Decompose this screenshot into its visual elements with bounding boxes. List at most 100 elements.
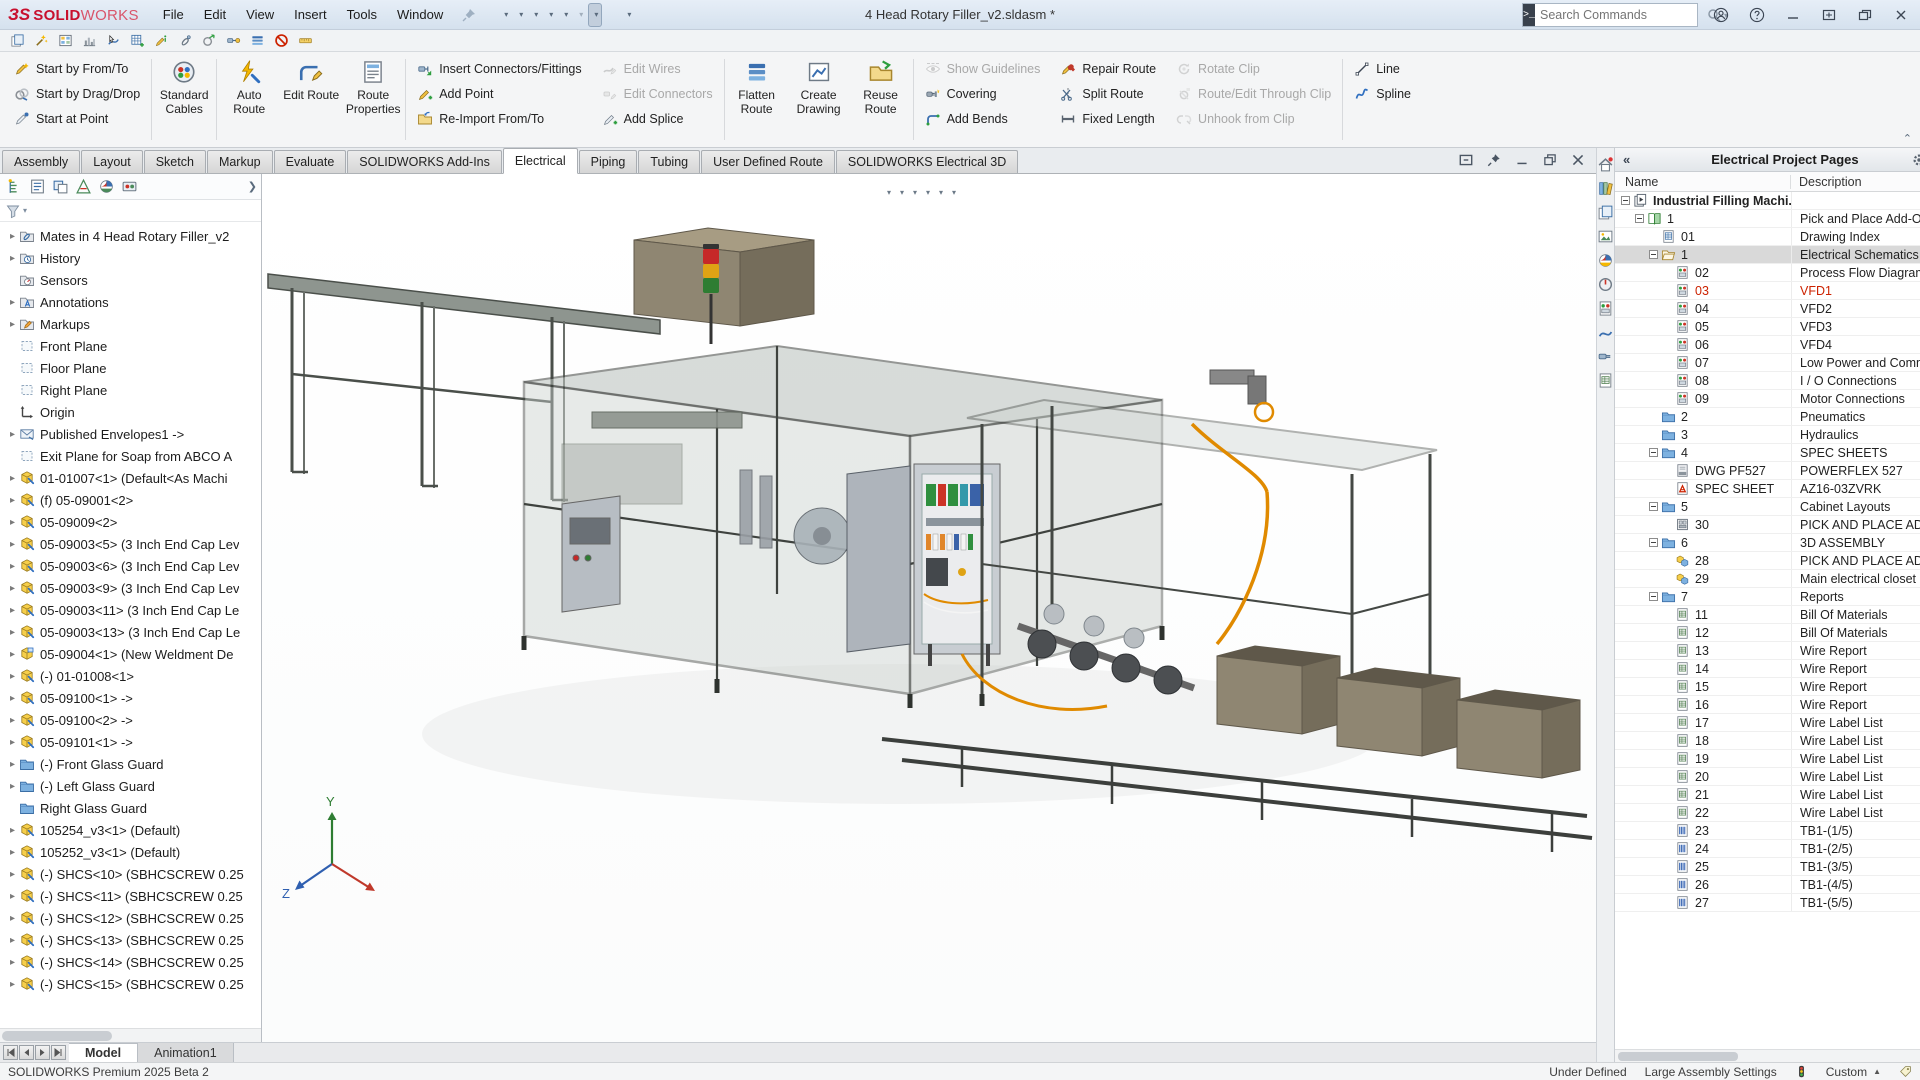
view-orientation-button[interactable]: ▾ — [897, 180, 906, 204]
tab-dimxpert-manager[interactable] — [75, 178, 92, 195]
image-icon[interactable] — [1597, 228, 1614, 245]
window-grid-icon[interactable] — [58, 33, 73, 48]
panel-column-headers[interactable]: Name Description — [1615, 172, 1920, 192]
expand-arrow-icon[interactable]: ▸ — [6, 781, 19, 792]
insert-connectors-fittings-button[interactable]: Insert Connectors/Fittings — [412, 58, 586, 80]
tab-layout[interactable]: Layout — [81, 150, 143, 173]
project-page-row[interactable]: 07Low Power and Comms — [1615, 354, 1920, 372]
collapse-box-icon[interactable] — [1649, 502, 1658, 511]
tab-property-manager[interactable] — [29, 178, 46, 195]
tree-item[interactable]: ▸(-) SHCS<14> (SBHCSCREW 0.25 — [0, 951, 261, 973]
ribbon-collapse-icon[interactable]: ⌃ — [1903, 132, 1912, 145]
performance-traffic-light-icon[interactable] — [1795, 1065, 1808, 1078]
standard-cables-button[interactable]: Standard Cables — [153, 54, 215, 145]
project-page-row[interactable]: 2Pneumatics — [1615, 408, 1920, 426]
tree-item[interactable]: ▸05-09003<6> (3 Inch End Cap Lev — [0, 555, 261, 577]
tree-item[interactable]: Origin — [0, 401, 261, 423]
add-splice-button[interactable]: Add Splice — [597, 108, 718, 130]
tab-model[interactable]: Model — [69, 1043, 138, 1062]
create-drawing-button[interactable]: Create Drawing — [788, 54, 850, 145]
flatten-small-icon[interactable] — [250, 33, 265, 48]
tab-electrical[interactable]: Electrical — [503, 148, 578, 174]
start-by-from-to-button[interactable]: Start by From/To — [9, 58, 145, 80]
split-route-button[interactable]: Split Route — [1055, 83, 1161, 105]
project-page-row[interactable]: 15Wire Report — [1615, 678, 1920, 696]
project-page-row[interactable]: 23TB1-(1/5) — [1615, 822, 1920, 840]
redo-button[interactable]: ▾ — [573, 3, 587, 27]
power-icon[interactable] — [1597, 276, 1614, 293]
previous-view-button[interactable] — [868, 180, 872, 204]
tab-sketch[interactable]: Sketch — [144, 150, 206, 173]
tree-item[interactable]: ▸05-09100<1> -> — [0, 687, 261, 709]
panel-hscrollbar[interactable] — [1615, 1049, 1920, 1062]
collapse-box-icon[interactable] — [1621, 196, 1630, 205]
select-cursor-button[interactable]: ▾ — [588, 3, 602, 27]
tree-item[interactable]: ▸05-09100<2> -> — [0, 709, 261, 731]
expand-arrow-icon[interactable]: ▸ — [6, 253, 19, 264]
expand-arrow-icon[interactable]: ▸ — [6, 429, 19, 440]
project-page-row[interactable]: 63D ASSEMBLY — [1615, 534, 1920, 552]
tree-item[interactable]: ▸Mates in 4 Head Rotary Filler_v2 — [0, 225, 261, 247]
expand-arrow-icon[interactable]: ▸ — [6, 935, 19, 946]
hide-show-items-button[interactable]: ▾ — [910, 180, 919, 204]
tree-item[interactable]: ▸Markups — [0, 313, 261, 335]
histogram-icon[interactable] — [82, 33, 97, 48]
project-page-row[interactable]: 5Cabinet Layouts — [1615, 498, 1920, 516]
project-page-row[interactable]: 24TB1-(2/5) — [1615, 840, 1920, 858]
tree-item[interactable]: ▸05-09101<1> -> — [0, 731, 261, 753]
schematic-icon[interactable] — [1597, 300, 1614, 317]
expand-arrow-icon[interactable]: ▸ — [6, 231, 19, 242]
line-button[interactable]: Line — [1349, 58, 1416, 80]
menu-tools[interactable]: Tools — [337, 4, 387, 25]
tree-item[interactable]: ▸(f) 05-09001<2> — [0, 489, 261, 511]
last-tab-icon[interactable] — [51, 1045, 66, 1060]
cable-component-icon[interactable] — [226, 33, 241, 48]
project-page-row[interactable]: 09Motor Connections — [1615, 390, 1920, 408]
tab-solidworks-add-ins[interactable]: SOLIDWORKS Add-Ins — [347, 150, 502, 173]
close-icon[interactable] — [1570, 152, 1586, 168]
menu-insert[interactable]: Insert — [284, 4, 337, 25]
expand-arrow-icon[interactable]: ▸ — [6, 891, 19, 902]
unit-system-text[interactable]: Custom — [1826, 1065, 1867, 1079]
project-page-row[interactable]: 20Wire Label List — [1615, 768, 1920, 786]
covering-button[interactable]: Covering — [920, 83, 1046, 105]
project-page-row[interactable]: 02Process Flow Diagram — [1615, 264, 1920, 282]
edit-route-button[interactable]: Edit Route — [280, 54, 342, 145]
tab-markup[interactable]: Markup — [207, 150, 273, 173]
project-page-row[interactable]: 13Wire Report — [1615, 642, 1920, 660]
colors-icon[interactable] — [1597, 252, 1614, 269]
collapse-box-icon[interactable] — [1649, 538, 1658, 547]
tree-item[interactable]: ▸(-) Left Glass Guard — [0, 775, 261, 797]
project-page-row[interactable]: 19Wire Label List — [1615, 750, 1920, 768]
collapse-panel-icon[interactable]: « — [1623, 152, 1630, 167]
edit-appearance-button[interactable]: ▾ — [923, 180, 932, 204]
tab-animation1[interactable]: Animation1 — [138, 1043, 234, 1062]
menu-window[interactable]: Window — [387, 4, 453, 25]
expand-arrow-icon[interactable]: ▸ — [6, 495, 19, 506]
undo-button[interactable]: ▾ — [558, 3, 572, 27]
tree-item[interactable]: ▸01-01007<1> (Default<As Machi — [0, 467, 261, 489]
tree-item[interactable]: ▸(-) SHCS<15> (SBHCSCREW 0.25 — [0, 973, 261, 995]
collapse-box-icon[interactable] — [1649, 250, 1658, 259]
project-page-row[interactable]: 08I / O Connections — [1615, 372, 1920, 390]
hide-axes-button[interactable] — [986, 180, 990, 204]
tree-item[interactable]: ▸Published Envelopes1 -> — [0, 423, 261, 445]
menu-file[interactable]: File — [153, 4, 194, 25]
pin-icon[interactable] — [1486, 152, 1502, 168]
tree-item[interactable]: ▸(-) SHCS<11> (SBHCSCREW 0.25 — [0, 885, 261, 907]
tree-item[interactable]: Sensors — [0, 269, 261, 291]
project-page-row[interactable]: 01Drawing Index — [1615, 228, 1920, 246]
library-icon[interactable] — [1597, 180, 1614, 197]
restore-icon[interactable] — [1852, 3, 1878, 27]
collapse-box-icon[interactable] — [1649, 448, 1658, 457]
project-page-row[interactable]: 1Pick and Place Add-On — [1615, 210, 1920, 228]
menu-view[interactable]: View — [236, 4, 284, 25]
project-page-row[interactable]: 29Main electrical closet — [1615, 570, 1920, 588]
tree-filter-bar[interactable]: ▾ — [0, 200, 261, 222]
clip-icon[interactable] — [178, 33, 193, 48]
expand-arrow-icon[interactable]: ▸ — [6, 319, 19, 330]
expand-arrow-icon[interactable]: ▸ — [6, 913, 19, 924]
graphics-viewport[interactable]: Y Z ▾▾▾▾▾▾ — [262, 174, 1596, 1042]
project-page-row[interactable]: 28PICK AND PLACE ADD-ON — [1615, 552, 1920, 570]
reuse-route-button[interactable]: Reuse Route — [850, 54, 912, 145]
